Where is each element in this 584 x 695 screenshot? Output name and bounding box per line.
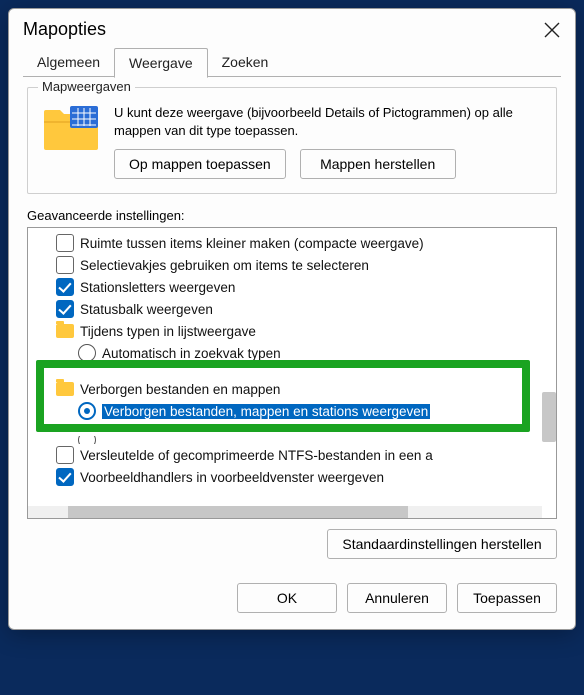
setting-status-bar[interactable]: Statusbalk weergeven bbox=[34, 298, 548, 320]
setting-label: Verborgen bestanden, mappen en stations … bbox=[102, 404, 430, 419]
setting-hidden-other[interactable] bbox=[34, 436, 548, 444]
folder-views-description: U kunt deze weergave (bijvoorbeeld Detai… bbox=[114, 104, 542, 139]
apply-to-folders-button[interactable]: Op mappen toepassen bbox=[114, 149, 286, 179]
reset-folders-button[interactable]: Mappen herstellen bbox=[300, 149, 456, 179]
setting-label: Verborgen bestanden en mappen bbox=[80, 382, 280, 397]
setting-show-hidden[interactable]: Verborgen bestanden, mappen en stations … bbox=[34, 400, 548, 422]
checkbox-icon[interactable] bbox=[56, 446, 74, 464]
setting-compact-view[interactable]: Ruimte tussen items kleiner maken (compa… bbox=[34, 232, 548, 254]
setting-encrypted-color[interactable]: Versleutelde of gecomprimeerde NTFS-best… bbox=[34, 444, 548, 466]
setting-label: Selectievakjes gebruiken om items te sel… bbox=[80, 258, 369, 273]
advanced-settings-label: Geavanceerde instellingen: bbox=[27, 208, 557, 223]
window-title: Mapopties bbox=[23, 19, 106, 40]
folder-views-title: Mapweergaven bbox=[38, 79, 135, 94]
titlebar: Mapopties bbox=[9, 9, 575, 48]
checkbox-icon[interactable] bbox=[56, 300, 74, 318]
radio-icon[interactable] bbox=[78, 402, 96, 420]
checkbox-icon[interactable] bbox=[56, 468, 74, 486]
horizontal-scrollbar-thumb[interactable] bbox=[68, 506, 408, 518]
checkbox-icon[interactable] bbox=[56, 256, 74, 274]
setting-drive-letters[interactable]: Stationsletters weergeven bbox=[34, 276, 548, 298]
tab-view[interactable]: Weergave bbox=[114, 48, 208, 78]
tab-bar: Algemeen Weergave Zoeken bbox=[9, 48, 575, 77]
dialog-footer: OK Annuleren Toepassen bbox=[9, 573, 575, 629]
apply-button[interactable]: Toepassen bbox=[457, 583, 557, 613]
folder-options-dialog: Mapopties Algemeen Weergave Zoeken Mapwe… bbox=[8, 8, 576, 630]
radio-icon[interactable] bbox=[78, 344, 96, 362]
setting-preview-handlers[interactable]: Voorbeeldhandlers in voorbeeldvenster we… bbox=[34, 466, 548, 488]
setting-auto-type-search[interactable]: Automatisch in zoekvak typen bbox=[34, 342, 548, 364]
setting-label: Statusbalk weergeven bbox=[80, 302, 213, 317]
setting-use-checkboxes[interactable]: Selectievakjes gebruiken om items te sel… bbox=[34, 254, 548, 276]
folder-views-icon bbox=[42, 104, 100, 152]
close-icon[interactable] bbox=[543, 21, 561, 39]
folder-icon bbox=[56, 324, 74, 338]
advanced-settings-tree[interactable]: Ruimte tussen items kleiner maken (compa… bbox=[27, 227, 557, 519]
folder-icon bbox=[56, 382, 74, 396]
folder-views-group: Mapweergaven U kunt deze weergave (bijvo… bbox=[27, 87, 557, 194]
tab-search[interactable]: Zoeken bbox=[208, 48, 283, 77]
checkbox-icon[interactable] bbox=[56, 278, 74, 296]
setting-group-typing[interactable]: Tijdens typen in lijstweergave bbox=[34, 320, 548, 342]
setting-label: Tijdens typen in lijstweergave bbox=[80, 324, 256, 339]
ok-button[interactable]: OK bbox=[237, 583, 337, 613]
radio-icon[interactable] bbox=[78, 436, 96, 444]
checkbox-icon[interactable] bbox=[56, 234, 74, 252]
setting-group-hidden-files[interactable]: Verborgen bestanden en mappen bbox=[34, 378, 548, 400]
setting-label: Stationsletters weergeven bbox=[80, 280, 235, 295]
restore-defaults-button[interactable]: Standaardinstellingen herstellen bbox=[327, 529, 557, 559]
tab-content: Mapweergaven U kunt deze weergave (bijvo… bbox=[9, 77, 575, 573]
setting-label: Ruimte tussen items kleiner maken (compa… bbox=[80, 236, 424, 251]
setting-label: Voorbeeldhandlers in voorbeeldvenster we… bbox=[80, 470, 384, 485]
setting-label: Automatisch in zoekvak typen bbox=[102, 346, 281, 361]
vertical-scrollbar-thumb[interactable] bbox=[542, 392, 556, 442]
setting-label: Versleutelde of gecomprimeerde NTFS-best… bbox=[80, 448, 433, 463]
tab-general[interactable]: Algemeen bbox=[23, 48, 114, 77]
cancel-button[interactable]: Annuleren bbox=[347, 583, 447, 613]
